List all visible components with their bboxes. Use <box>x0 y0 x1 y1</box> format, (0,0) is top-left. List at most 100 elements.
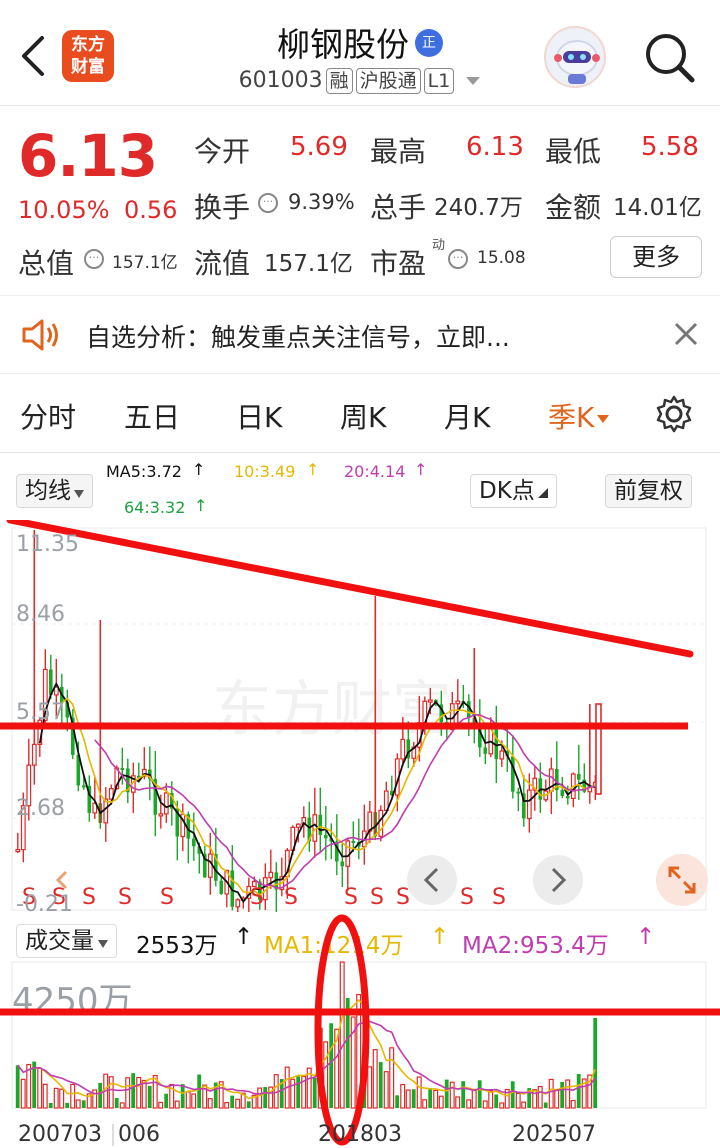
volume-bar <box>108 1076 114 1109</box>
volume-bar <box>422 1099 428 1109</box>
price-axis-label: 11.35 <box>16 532 79 557</box>
volume-bar <box>185 1091 191 1109</box>
volume-bar <box>207 1098 213 1109</box>
volume-bar <box>576 1074 581 1108</box>
high-value: 6.13 <box>466 132 524 162</box>
ma10-label: 10:3.49 <box>234 462 296 481</box>
volume-bar <box>416 1076 422 1109</box>
volume-bar <box>466 1099 472 1109</box>
pe-label: 市盈 <box>370 247 427 280</box>
volume-bar <box>158 1101 164 1109</box>
info-dots-icon[interactable]: ··· <box>448 249 468 269</box>
signal-s-marker: S <box>118 885 132 910</box>
high-label: 最高 <box>370 135 427 168</box>
volume-bar <box>224 1101 230 1109</box>
up-arrow-icon: ↑ <box>234 924 254 950</box>
kline-chart[interactable]: 东方财富 SSSSSSSSSSSSS <box>0 520 720 920</box>
logo-line-1: 东方 <box>71 35 105 55</box>
candle <box>103 787 109 842</box>
dk-label: DK点 <box>479 478 535 504</box>
back-icon[interactable] <box>14 30 54 80</box>
volume-bar <box>59 1088 65 1109</box>
candle <box>224 869 230 908</box>
ma20-arrow-icon: ↑ <box>414 460 428 479</box>
app-logo[interactable]: 东方 财富 <box>62 30 114 82</box>
volume-bar <box>444 1079 449 1108</box>
date-label: 202507 <box>512 1122 596 1147</box>
volume-bar <box>246 1101 251 1108</box>
watermark: 东方财富 <box>212 675 452 745</box>
candle <box>87 775 92 822</box>
signal-s-marker: S <box>396 885 410 910</box>
candle <box>340 842 345 888</box>
open-label: 今开 <box>194 135 251 168</box>
dk-point-button[interactable]: DK点 <box>470 474 557 508</box>
indicator-select[interactable]: 成交量 <box>16 924 117 958</box>
stock-subtitle[interactable]: 601003 融沪股通 L1 <box>200 68 520 94</box>
signal-s-marker: S <box>492 885 506 910</box>
corner-triangle-icon <box>537 488 548 498</box>
current-price: 6.13 <box>18 122 158 190</box>
volume-bar <box>114 1097 119 1108</box>
tab-five-day[interactable]: 五日 <box>124 396 180 436</box>
volume-bar <box>433 1089 439 1109</box>
signal-s-marker: S <box>250 885 264 910</box>
tab-weekly-k[interactable]: 周K <box>340 396 386 436</box>
volume-bar <box>499 1102 505 1109</box>
candle <box>467 694 471 737</box>
volume-current: 2553万 <box>136 933 218 959</box>
ma-select[interactable]: 均线 <box>16 474 93 508</box>
volume-bar <box>411 1089 416 1108</box>
candle <box>455 679 461 726</box>
volume-bar <box>98 1082 103 1108</box>
tab-season-k[interactable]: 季K <box>548 396 610 436</box>
volume-bar <box>521 1101 527 1109</box>
robot-avatar-icon[interactable] <box>544 26 606 88</box>
close-icon[interactable] <box>672 320 700 352</box>
info-dots-icon[interactable]: ··· <box>84 249 104 269</box>
volume-bar <box>510 1081 515 1108</box>
vol-ma2: MA2:953.4万 <box>462 933 609 959</box>
adjust-button[interactable]: 前复权 <box>605 474 692 508</box>
price-axis-label: 2.68 <box>16 796 65 821</box>
notice-text[interactable]: 自选分析：触发重点关注信号，立即... <box>86 318 510 354</box>
candle <box>378 805 384 842</box>
pe-superscript: 动 <box>432 238 446 253</box>
search-icon[interactable] <box>640 28 700 88</box>
price-axis-label: 8.46 <box>16 602 65 627</box>
speaker-icon <box>20 318 62 356</box>
expand-button[interactable] <box>656 854 708 906</box>
volume-bar <box>449 1081 455 1109</box>
candle <box>555 741 559 802</box>
signal-s-marker: S <box>344 885 358 910</box>
tab-intraday[interactable]: 分时 <box>20 396 76 436</box>
candle <box>312 787 318 858</box>
more-button[interactable]: 更多 <box>610 236 702 278</box>
float-label: 流值 <box>194 247 251 280</box>
volume-bar <box>131 1073 136 1108</box>
prev-nav-button[interactable] <box>407 855 457 905</box>
open-value: 5.69 <box>290 132 348 162</box>
volume-value: 240.7万 <box>434 195 523 221</box>
stock-code: 601003 <box>238 68 323 93</box>
change-amount: 0.56 <box>124 196 178 224</box>
date-separator <box>112 1124 114 1146</box>
margin-tag: 融 <box>325 68 353 94</box>
tab-daily-k[interactable]: 日K <box>236 396 282 436</box>
ma5-arrow-icon: ↑ <box>192 460 206 479</box>
mktcap-value: 157.1亿 <box>112 253 178 273</box>
volume-bar <box>455 1096 461 1109</box>
volume-bar <box>75 1099 81 1109</box>
annotation-ellipse <box>314 914 370 1146</box>
volume-bar <box>554 1089 560 1109</box>
next-nav-button[interactable] <box>533 855 583 905</box>
volume-bar <box>565 1079 571 1109</box>
tab-monthly-k[interactable]: 月K <box>444 396 490 436</box>
dropdown-caret-icon <box>98 940 108 948</box>
volume-bar <box>37 1067 43 1109</box>
info-dots-icon[interactable]: ··· <box>258 193 278 213</box>
candle <box>148 746 152 801</box>
settings-gear-icon[interactable] <box>654 394 694 438</box>
date-label: 201803 <box>318 1122 402 1147</box>
volume-bar <box>141 1079 147 1109</box>
